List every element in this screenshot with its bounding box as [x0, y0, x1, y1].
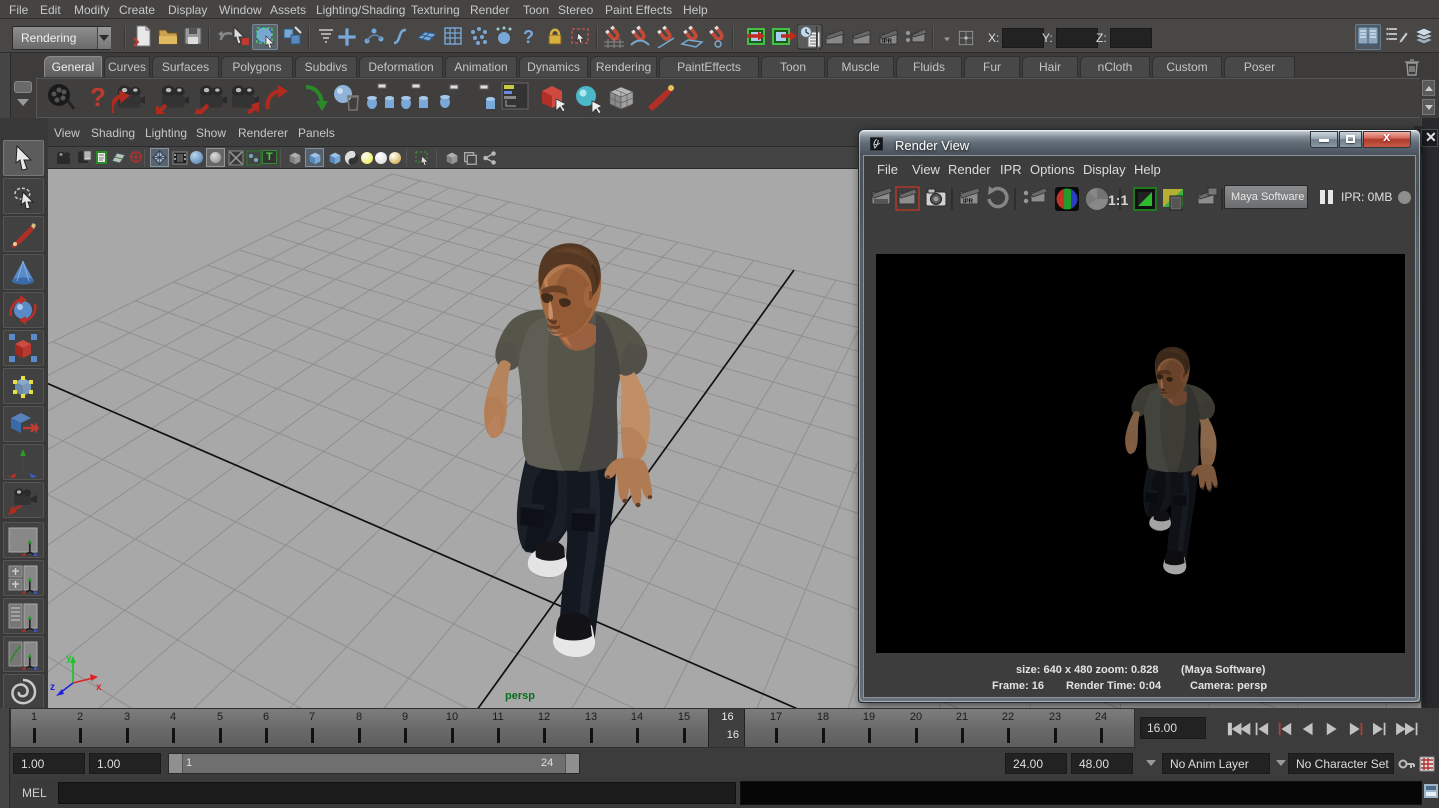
svg-text:1:1: 1:1	[1108, 192, 1128, 208]
svg-text:z: z	[50, 682, 55, 693]
svg-text:x: x	[96, 682, 102, 693]
svg-text:IPR: IPR	[882, 39, 893, 45]
svg-text:persp: persp	[505, 690, 535, 702]
svg-text:y: y	[66, 653, 72, 664]
svg-text:?: ?	[523, 27, 534, 47]
svg-text:?: ?	[90, 82, 106, 112]
svg-text:IPR: IPR	[963, 199, 974, 205]
